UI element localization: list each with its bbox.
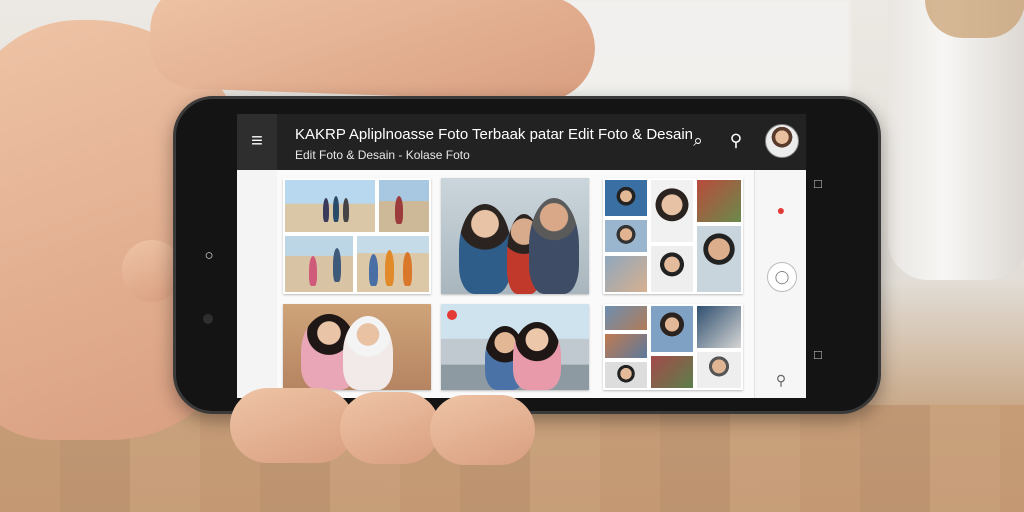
person — [395, 196, 403, 224]
hand-thumb — [148, 0, 597, 103]
person — [513, 322, 561, 390]
photo-tile — [649, 304, 695, 354]
person — [459, 204, 511, 294]
photo-tile — [649, 178, 695, 244]
photo-tile — [649, 354, 695, 390]
app-subtitle: Edit Foto & Desain - Kolase Foto — [295, 148, 470, 162]
nav-recents-button[interactable]: ○ — [199, 248, 219, 264]
app-bar: ≡ KAKRP Apliplnoasse Foto Terbaak patar … — [237, 114, 806, 170]
photo-tile — [603, 254, 649, 294]
person — [333, 196, 339, 222]
capture-button[interactable]: ◯ — [767, 262, 797, 292]
collage-grid — [277, 170, 754, 398]
collage-card-selfie-group[interactable] — [441, 178, 589, 294]
photo-tile — [377, 178, 431, 234]
photo-tile — [603, 304, 649, 332]
person — [343, 198, 349, 222]
person — [369, 254, 378, 286]
hand-finger — [430, 395, 535, 465]
person — [323, 198, 329, 222]
photo-tile — [603, 218, 649, 254]
photo-tile — [355, 234, 431, 294]
photo-tile — [603, 178, 649, 218]
hand-finger — [340, 392, 440, 464]
coffee-cup — [888, 0, 1024, 280]
photo-tile — [603, 360, 649, 390]
photo-tile — [603, 332, 649, 360]
bezel-square-top-icon: □ — [814, 176, 822, 191]
search-icon[interactable]: ⌕ — [687, 130, 709, 152]
hand-finger — [230, 388, 355, 463]
avatar[interactable] — [765, 124, 799, 158]
collage-card-two-women[interactable] — [283, 304, 431, 390]
photo-tile — [695, 224, 743, 294]
person — [529, 198, 579, 294]
right-rail: ● ◯ ⚲ — [754, 170, 806, 398]
settings-icon[interactable]: ⚲ — [755, 372, 806, 389]
screen: ≡ KAKRP Apliplnoasse Foto Terbaak patar … — [237, 114, 806, 398]
photo-tile — [695, 304, 743, 350]
share-icon[interactable]: ⚲ — [725, 130, 747, 152]
person — [403, 252, 412, 286]
app-title: KAKRP Apliplnoasse Foto Terbaak patar Ed… — [295, 126, 694, 143]
collage-card-portrait-grid[interactable] — [603, 178, 743, 294]
collage-card-beach[interactable] — [283, 178, 431, 294]
photo-tile — [283, 178, 377, 234]
person — [309, 256, 317, 286]
color-palette-icon[interactable]: ● — [755, 202, 806, 218]
person — [333, 248, 341, 282]
photo-tile — [695, 178, 743, 224]
photo-tile — [695, 350, 743, 390]
red-marker-icon — [447, 310, 457, 320]
photo-tile — [283, 234, 355, 294]
collage-card-street-selfie[interactable] — [441, 304, 589, 390]
person — [385, 250, 394, 286]
person — [343, 316, 393, 390]
menu-button[interactable]: ≡ — [237, 114, 277, 170]
phone-camera — [203, 314, 213, 324]
photo-tile — [649, 244, 695, 294]
collage-card-family-grid[interactable] — [603, 304, 743, 390]
bezel-square-bottom-icon: □ — [814, 347, 822, 362]
